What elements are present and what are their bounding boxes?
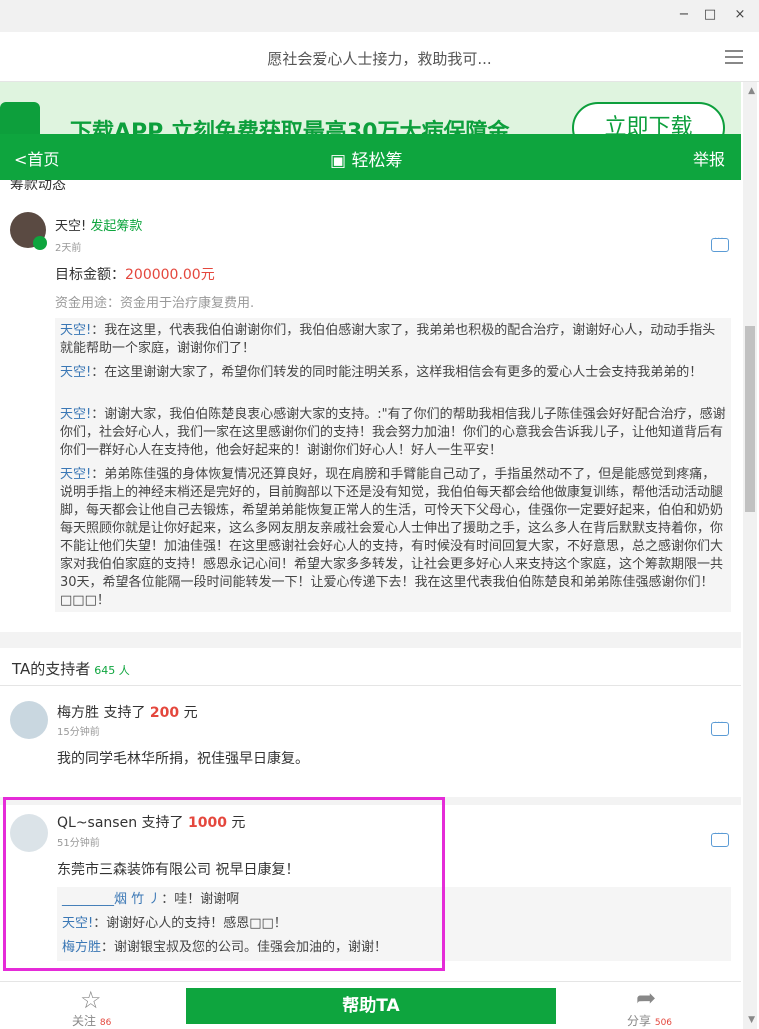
bottom-bar: ☆ 关注 86 帮助TA ➦ 分享 506 (0, 981, 741, 1029)
back-button[interactable]: <首页 (14, 146, 59, 170)
supporters-title: TA的支持者 645 人 (12, 660, 130, 678)
download-button[interactable]: 立即下载 (572, 102, 725, 138)
download-banner[interactable]: 下载APP 立刻免费获取最高30万大病保障金 立即下载 (0, 82, 741, 138)
maximize-icon[interactable]: □ (698, 4, 722, 26)
supporter-line: 梅方胜 支持了 200 元 (57, 705, 198, 721)
scroll-thumb[interactable] (745, 326, 755, 512)
scrollbar[interactable] (743, 82, 757, 1029)
supporter-message: 我的同学毛林华所捐，祝佳强早日康复。 (57, 751, 309, 767)
chevron-left-icon: < (14, 150, 28, 169)
comment-icon[interactable] (711, 715, 729, 736)
menu-icon[interactable] (725, 50, 743, 64)
comment-icon[interactable] (711, 231, 729, 252)
scroll-down-icon[interactable]: ▼ (748, 1015, 755, 1025)
help-button[interactable]: 帮助TA (186, 988, 556, 1024)
page-header: 愿社会爱心人士接力，救助我可... (0, 32, 759, 82)
comment-icon[interactable] (711, 826, 729, 847)
reply-item: 天空!：弟弟陈佳强的身体恢复情况还算良好，现在肩膀和手臂能自己动了，手指虽然动不… (60, 467, 724, 608)
top-nav: <首页 ▣ 轻松筹 举报 (0, 134, 741, 180)
report-button[interactable]: 举报 (693, 146, 725, 170)
page-title: 愿社会爱心人士接力，救助我可... (267, 50, 492, 68)
window-title-bar: − □ × (0, 0, 759, 32)
divider (0, 685, 741, 686)
star-icon[interactable]: ☆ (80, 986, 102, 1014)
badge-icon (33, 236, 47, 250)
usage-line: 资金用途：资金用于治疗康复费用. (55, 296, 255, 311)
reply-item: 天空!：谢谢大家，我伯伯陈楚良衷心感谢大家的支持。:"有了你们的帮助我相信我儿子… (60, 407, 726, 458)
section-divider (0, 632, 741, 648)
avatar[interactable] (10, 701, 48, 739)
reply-item: 天空!：我在这里，代表我伯伯谢谢你们，我伯伯感谢大家了，我弟弟也积极的配合治疗，… (60, 323, 716, 356)
goal-line: 目标金额：200000.00元 (55, 267, 215, 283)
scroll-up-icon[interactable]: ▲ (748, 86, 755, 96)
share-button[interactable]: 分享 506 (627, 1012, 672, 1029)
post-author[interactable]: 天空! 发起筹款 (55, 215, 142, 234)
reply-item: 天空!：在这里谢谢大家了，希望你们转发的同时能注明关系，这样我相信会有更多的爱心… (60, 365, 703, 380)
close-icon[interactable]: × (728, 4, 752, 26)
supporter-time: 15分钟前 (57, 727, 100, 738)
share-icon[interactable]: ➦ (636, 984, 656, 1012)
follow-button[interactable]: 关注 86 (72, 1012, 111, 1029)
post-time: 2天前 (55, 243, 82, 254)
highlight-box (3, 797, 445, 971)
brand-logo: ▣ 轻松筹 (330, 151, 403, 171)
minimize-icon[interactable]: − (672, 4, 696, 26)
app-logo-icon (0, 102, 40, 138)
